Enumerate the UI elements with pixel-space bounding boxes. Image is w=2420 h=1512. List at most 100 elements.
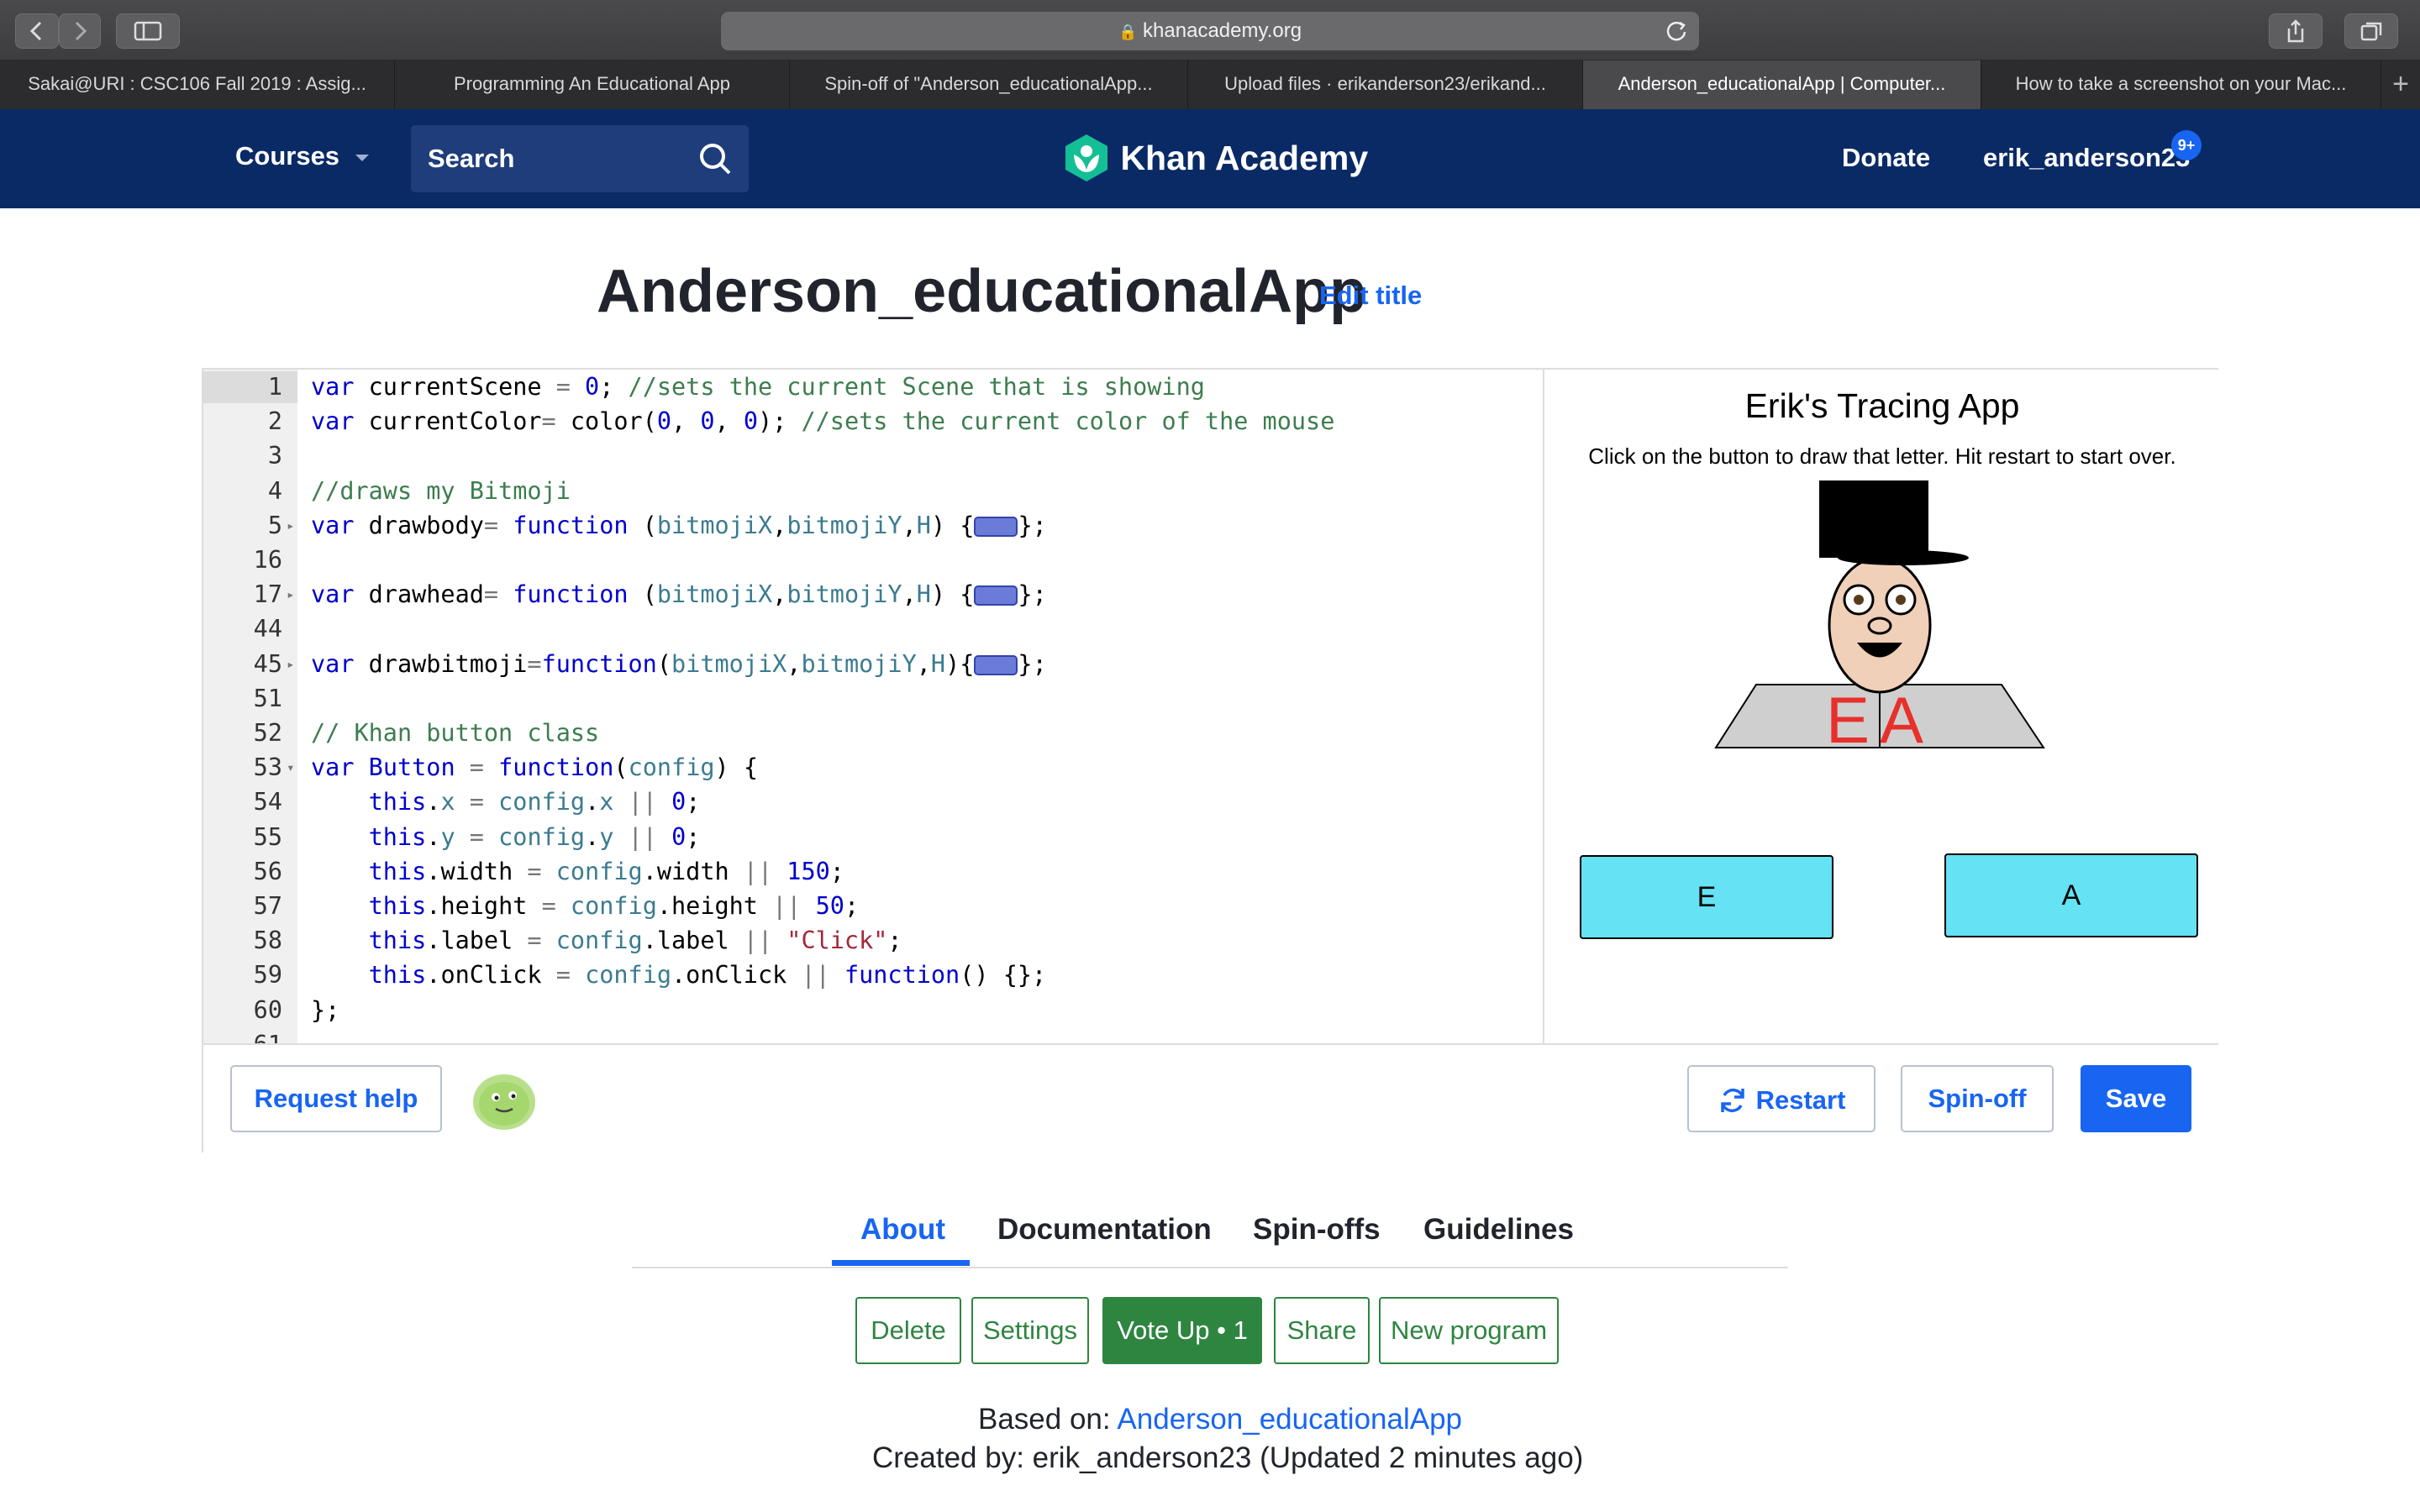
share-icon bbox=[2287, 19, 2304, 43]
chevron-left-icon bbox=[29, 21, 42, 41]
code-line[interactable]: 53 ▾ var Button = function(config) { bbox=[203, 752, 1543, 784]
based-on: Based on: Anderson_educationalApp bbox=[978, 1403, 1462, 1436]
tab-guidelines[interactable]: Guidelines bbox=[1423, 1213, 1574, 1247]
delete-button[interactable]: Delete bbox=[855, 1297, 961, 1364]
code-line[interactable]: 3 bbox=[203, 440, 1543, 472]
browser-tab[interactable]: Spin-off of "Anderson_educationalApp... bbox=[790, 60, 1188, 109]
request-help-button[interactable]: Request help bbox=[230, 1065, 442, 1132]
active-tab-indicator bbox=[832, 1260, 970, 1266]
bitmoji-pupil-right bbox=[1896, 595, 1906, 605]
code-text: this.onClick = config.onClick || functio… bbox=[368, 961, 1047, 990]
code-text: //draws my Bitmoji bbox=[311, 476, 571, 505]
letter-e-button[interactable]: E bbox=[1580, 855, 1833, 939]
fold-expand-icon[interactable]: ▸ bbox=[287, 510, 297, 542]
restart-label: Restart bbox=[1755, 1084, 1846, 1115]
code-line[interactable]: 56 this.width = config.width || 150; bbox=[203, 856, 1543, 888]
forward-button[interactable] bbox=[59, 13, 101, 49]
line-number: 52 bbox=[253, 719, 282, 747]
code-text: var drawbody= function (bitmojiX,bitmoji… bbox=[311, 511, 1047, 539]
created-by: Created by: erik_anderson23 (Updated 2 m… bbox=[872, 1441, 1584, 1474]
new-tab-button[interactable]: + bbox=[2381, 60, 2420, 109]
code-line[interactable]: 5 ▸ var drawbody= function (bitmojiX,bitmo… bbox=[203, 510, 1543, 542]
code-line[interactable]: 4 //draws my Bitmoji bbox=[203, 475, 1543, 507]
code-line[interactable]: 2 var currentColor= color(0, 0, 0); //set… bbox=[203, 406, 1543, 438]
line-number: 59 bbox=[253, 961, 282, 990]
code-line[interactable]: 55 this.y = config.y || 0; bbox=[203, 822, 1543, 853]
line-number: 58 bbox=[253, 927, 282, 955]
fold-expand-icon[interactable]: ▸ bbox=[287, 579, 297, 611]
courses-menu[interactable]: Courses bbox=[235, 141, 371, 171]
sidebar-icon bbox=[134, 21, 162, 41]
line-number: 3 bbox=[267, 442, 282, 470]
code-line[interactable]: 60}; bbox=[203, 995, 1543, 1026]
search-input[interactable]: Search bbox=[411, 125, 749, 192]
donate-link[interactable]: Donate bbox=[1842, 143, 1930, 173]
tab-about[interactable]: About bbox=[860, 1213, 945, 1247]
code-line[interactable]: 16 bbox=[203, 544, 1543, 576]
search-icon bbox=[700, 144, 731, 175]
browser-tab[interactable]: Upload files · erikanderson23/erikand... bbox=[1188, 60, 1583, 109]
new-program-button[interactable]: New program bbox=[1379, 1297, 1559, 1364]
code-line[interactable]: 44 bbox=[203, 613, 1543, 645]
code-editor[interactable]: 1 var currentScene = 0; //sets the curren… bbox=[203, 370, 1544, 1043]
browser-tab[interactable]: Programming An Educational App bbox=[395, 60, 790, 109]
tab-documentation[interactable]: Documentation bbox=[997, 1213, 1212, 1247]
caret-down-icon bbox=[355, 154, 369, 161]
code-text: // Khan button class bbox=[311, 719, 600, 747]
code-line[interactable]: 17 ▸ var drawhead= function (bitmojiX,bitm… bbox=[203, 579, 1543, 611]
avatar-icon[interactable] bbox=[471, 1070, 538, 1132]
based-on-link[interactable]: Anderson_educationalApp bbox=[1117, 1403, 1462, 1436]
khan-logo[interactable]: Khan Academy bbox=[1063, 133, 1368, 183]
spinoff-button[interactable]: Spin-off bbox=[1901, 1065, 2054, 1132]
notifications-badge[interactable]: 9+ bbox=[2171, 130, 2202, 160]
letter-a-button[interactable]: A bbox=[1944, 853, 2198, 937]
fold-expand-icon[interactable]: ▸ bbox=[287, 648, 297, 680]
code-text: var drawhead= function (bitmojiX,bitmoji… bbox=[311, 580, 1047, 609]
address-text-wrap: 🔒 khanacademy.org bbox=[721, 12, 1699, 50]
code-line[interactable]: 51 bbox=[203, 683, 1543, 715]
site-header: Courses Search Khan Academy Donate erik_… bbox=[0, 109, 2420, 208]
tabs-divider bbox=[632, 1267, 1788, 1268]
back-button[interactable] bbox=[15, 13, 59, 49]
share-button[interactable] bbox=[2269, 13, 2323, 49]
code-line[interactable]: 57 this.height = config.height || 50; bbox=[203, 890, 1543, 922]
settings-button[interactable]: Settings bbox=[971, 1297, 1089, 1364]
restart-button[interactable]: Restart bbox=[1687, 1065, 1876, 1132]
tabs-icon bbox=[2360, 22, 2382, 41]
chevron-right-icon bbox=[75, 21, 87, 41]
code-text: this.y = config.y || 0; bbox=[368, 822, 701, 851]
sidebar-toggle-button[interactable] bbox=[116, 13, 180, 49]
address-bar[interactable]: 🔒 khanacademy.org bbox=[721, 12, 1699, 50]
output-canvas[interactable]: Erik's Tracing App Click on the button t… bbox=[1546, 370, 2218, 1043]
line-number: 55 bbox=[253, 822, 282, 851]
edit-title-link[interactable]: Edit title bbox=[1319, 281, 1422, 311]
browser-tab[interactable]: Sakai@URI : CSC106 Fall 2019 : Assig... bbox=[0, 60, 395, 109]
line-number: 61 bbox=[203, 1029, 282, 1043]
app-subtitle: Click on the button to draw that letter.… bbox=[1588, 444, 2176, 469]
code-line[interactable]: 45 ▸ var drawbitmoji=function(bitmojiX,bit… bbox=[203, 648, 1543, 680]
code-line[interactable]: 61 bbox=[203, 1029, 1543, 1043]
browser-tab-active[interactable]: Anderson_educationalApp | Computer... bbox=[1583, 60, 1981, 109]
code-line[interactable]: 1 var currentScene = 0; //sets the curren… bbox=[203, 371, 1543, 403]
line-number: 53 bbox=[253, 753, 282, 782]
reload-icon[interactable] bbox=[1665, 20, 1687, 42]
code-text: var currentScene = 0; //sets the current… bbox=[311, 373, 1205, 401]
code-line[interactable]: 58 this.label = config.label || "Click"; bbox=[203, 925, 1543, 957]
courses-label: Courses bbox=[235, 141, 340, 171]
fold-collapse-icon[interactable]: ▾ bbox=[287, 752, 297, 784]
user-menu[interactable]: erik_anderson23 bbox=[1983, 143, 2190, 173]
code-line[interactable]: 54 this.x = config.x || 0; bbox=[203, 786, 1543, 818]
tabs-overview-button[interactable] bbox=[2344, 13, 2398, 49]
save-button[interactable]: Save bbox=[2081, 1065, 2191, 1132]
bitmoji-hat bbox=[1819, 480, 1928, 558]
browser-tab[interactable]: How to take a screenshot on your Mac... bbox=[1981, 60, 2381, 109]
tab-spinoffs[interactable]: Spin-offs bbox=[1253, 1213, 1381, 1247]
share-program-button[interactable]: Share bbox=[1274, 1297, 1370, 1364]
code-line[interactable]: 52 // Khan button class bbox=[203, 717, 1543, 749]
code-line[interactable]: 59 this.onClick = config.onClick || func… bbox=[203, 959, 1543, 991]
bitmoji-drawing: EA bbox=[1714, 480, 2045, 757]
app-title: Erik's Tracing App bbox=[1744, 386, 2020, 425]
line-number: 56 bbox=[253, 857, 282, 885]
bitmoji-nose bbox=[1867, 617, 1892, 635]
vote-up-button[interactable]: Vote Up • 1 bbox=[1102, 1297, 1262, 1364]
